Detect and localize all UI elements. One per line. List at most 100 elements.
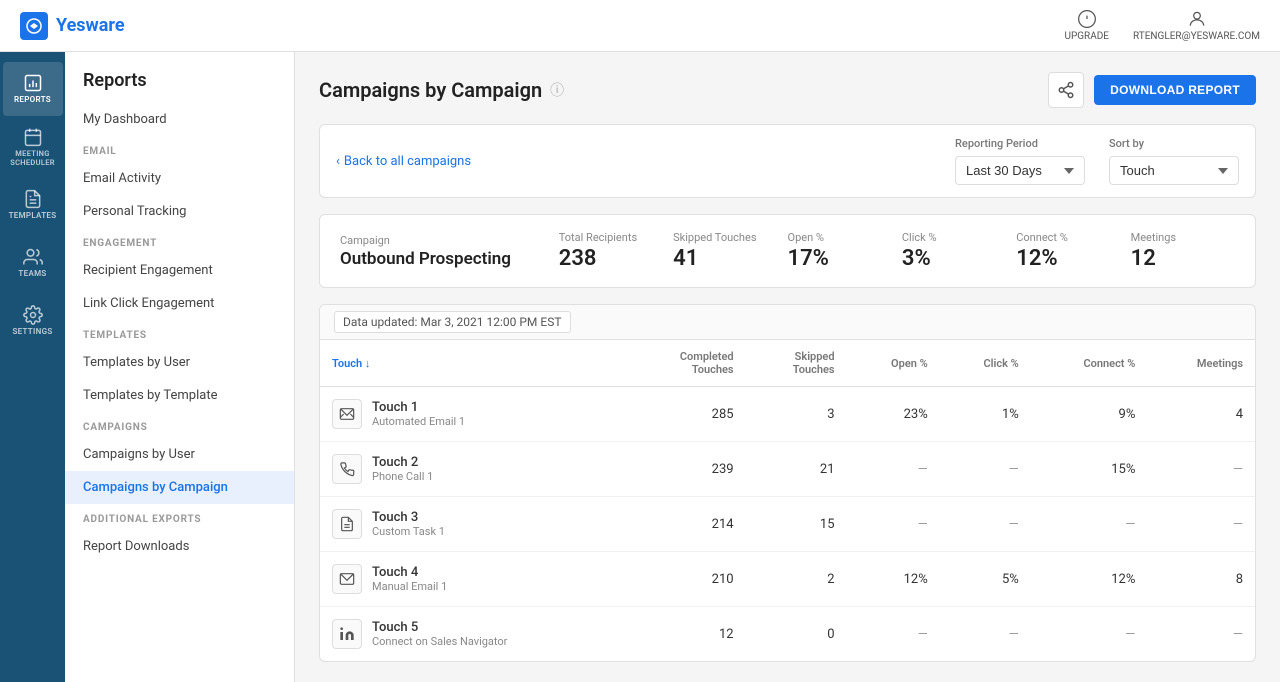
- summary-connect-pct-value: 12%: [1016, 246, 1120, 271]
- sidebar-item-my-dashboard[interactable]: My Dashboard: [65, 103, 294, 136]
- summary-campaign-name: Outbound Prospecting: [340, 249, 549, 269]
- touch-type-icon-4: [332, 619, 362, 649]
- sidebar-item-report-downloads[interactable]: Report Downloads: [65, 530, 294, 563]
- summary-click-pct-col: Click % 3%: [902, 231, 1006, 271]
- click-pct-2: —: [940, 497, 1031, 552]
- summary-meetings-value: 12: [1131, 246, 1235, 271]
- summary-total-recipients-col: Total Recipients 238: [559, 231, 663, 271]
- header-actions: DOWNLOAD REPORT: [1048, 72, 1256, 108]
- info-icon[interactable]: ⓘ: [550, 80, 564, 100]
- meetings-3: 8: [1147, 552, 1255, 607]
- logo[interactable]: Yesware: [20, 12, 125, 40]
- icon-nav-settings[interactable]: SETTINGS: [3, 294, 63, 348]
- summary-open-pct-col: Open % 17%: [788, 231, 892, 271]
- share-button[interactable]: [1048, 72, 1084, 108]
- col-click-pct: Click %: [940, 340, 1031, 387]
- connect-pct-3: 12%: [1031, 552, 1148, 607]
- icon-nav-templates[interactable]: TEMPLATES: [3, 178, 63, 232]
- sidebar-item-templates-by-user[interactable]: Templates by User: [65, 346, 294, 379]
- touch-sub-0: Automated Email 1: [372, 415, 465, 428]
- sidebar-item-link-click-engagement[interactable]: Link Click Engagement: [65, 287, 294, 320]
- summary-row: Campaign Outbound Prospecting Total Reci…: [340, 231, 1235, 271]
- completed-touches-2: 214: [626, 497, 745, 552]
- sidebar-title: Reports: [65, 52, 294, 103]
- download-report-button[interactable]: DOWNLOAD REPORT: [1094, 75, 1256, 105]
- click-pct-0: 1%: [940, 387, 1031, 442]
- open-pct-3: 12%: [847, 552, 940, 607]
- touch-sub-1: Phone Call 1: [372, 470, 433, 483]
- page-title-row: Campaigns by Campaign ⓘ: [319, 78, 564, 102]
- touch-name-2: Touch 3: [372, 510, 445, 525]
- connect-pct-4: —: [1031, 607, 1148, 662]
- page-title: Campaigns by Campaign: [319, 78, 542, 102]
- touch-type-icon-2: [332, 509, 362, 539]
- back-link[interactable]: ‹ Back to all campaigns: [336, 154, 471, 169]
- sidebar-section-email: EMAIL: [65, 136, 294, 162]
- icon-nav-meeting-scheduler[interactable]: MEETING SCHEDULER: [3, 120, 63, 174]
- summary-open-pct-value: 17%: [788, 246, 892, 271]
- click-pct-3: 5%: [940, 552, 1031, 607]
- back-link-text: Back to all campaigns: [344, 154, 471, 169]
- icon-nav-reports[interactable]: REPORTS: [3, 62, 63, 116]
- data-table: Touch ↓ CompletedTouches SkippedTouches …: [320, 340, 1255, 661]
- table-row: Touch 1 Automated Email 1 285 3 23% 1% 9…: [320, 387, 1255, 442]
- meetings-2: —: [1147, 497, 1255, 552]
- data-updated: Data updated: Mar 3, 2021 12:00 PM EST: [320, 305, 1255, 340]
- table-row: Touch 2 Phone Call 1 239 21 — — 15% —: [320, 442, 1255, 497]
- filter-bar: ‹ Back to all campaigns Reporting Period…: [319, 124, 1256, 198]
- summary-card: Campaign Outbound Prospecting Total Reci…: [319, 214, 1256, 288]
- reporting-period-select[interactable]: Last 30 Days Last 7 Days Last 90 Days La…: [955, 156, 1085, 185]
- layout: REPORTS MEETING SCHEDULER TEMPLATES: [0, 52, 1280, 682]
- summary-meetings-col: Meetings 12: [1131, 231, 1235, 271]
- meetings-0: 4: [1147, 387, 1255, 442]
- sort-by-label: Sort by: [1109, 137, 1239, 150]
- sidebar-section-templates: TEMPLATES: [65, 320, 294, 346]
- summary-connect-pct-col: Connect % 12%: [1016, 231, 1120, 271]
- skipped-touches-2: 15: [746, 497, 847, 552]
- table-row: Touch 5 Connect on Sales Navigator 12 0 …: [320, 607, 1255, 662]
- skipped-touches-4: 0: [746, 607, 847, 662]
- meetings-1: —: [1147, 442, 1255, 497]
- upgrade-nav-item[interactable]: UPGRADE: [1064, 9, 1109, 42]
- reporting-period-label: Reporting Period: [955, 137, 1085, 150]
- summary-campaign-col: Campaign Outbound Prospecting: [340, 234, 549, 269]
- sidebar-item-campaigns-by-campaign[interactable]: Campaigns by Campaign: [65, 471, 294, 504]
- summary-skipped-touches-col: Skipped Touches 41: [673, 231, 777, 271]
- icon-nav: REPORTS MEETING SCHEDULER TEMPLATES: [0, 52, 65, 682]
- col-touch[interactable]: Touch ↓: [320, 340, 626, 387]
- skipped-touches-0: 3: [746, 387, 847, 442]
- icon-nav-teams[interactable]: TEAMS: [3, 236, 63, 290]
- data-section: Data updated: Mar 3, 2021 12:00 PM EST T…: [319, 304, 1256, 662]
- touch-name-3: Touch 4: [372, 565, 447, 580]
- open-pct-1: —: [847, 442, 940, 497]
- touch-sub-4: Connect on Sales Navigator: [372, 635, 507, 648]
- touch-name-4: Touch 5: [372, 620, 507, 635]
- summary-total-recipients-value: 238: [559, 246, 663, 271]
- completed-touches-1: 239: [626, 442, 745, 497]
- touch-sub-2: Custom Task 1: [372, 525, 445, 538]
- completed-touches-3: 210: [626, 552, 745, 607]
- connect-pct-2: —: [1031, 497, 1148, 552]
- sidebar-item-personal-tracking[interactable]: Personal Tracking: [65, 195, 294, 228]
- sort-by-group: Sort by Touch Open % Click % Connect %: [1109, 137, 1239, 185]
- table-row: Touch 3 Custom Task 1 214 15 — — — —: [320, 497, 1255, 552]
- data-updated-text: Data updated: Mar 3, 2021 12:00 PM EST: [334, 311, 571, 333]
- main-content: Campaigns by Campaign ⓘ DOWNLOAD REPORT: [295, 52, 1280, 682]
- user-nav-item[interactable]: RTENGLER@YESWARE.COM: [1133, 9, 1260, 42]
- summary-click-pct-value: 3%: [902, 246, 1006, 271]
- logo-icon: [20, 12, 48, 40]
- meetings-4: —: [1147, 607, 1255, 662]
- touch-name-0: Touch 1: [372, 400, 465, 415]
- touch-sub-3: Manual Email 1: [372, 580, 447, 593]
- sidebar-item-templates-by-template[interactable]: Templates by Template: [65, 379, 294, 412]
- skipped-touches-3: 2: [746, 552, 847, 607]
- open-pct-0: 23%: [847, 387, 940, 442]
- sidebar-item-campaigns-by-user[interactable]: Campaigns by User: [65, 438, 294, 471]
- sidebar-item-recipient-engagement[interactable]: Recipient Engagement: [65, 254, 294, 287]
- top-nav: Yesware UPGRADE RTENGLER@YESWARE.COM: [0, 0, 1280, 52]
- sort-by-select[interactable]: Touch Open % Click % Connect %: [1109, 156, 1239, 185]
- nav-right: UPGRADE RTENGLER@YESWARE.COM: [1064, 9, 1260, 42]
- reporting-period-group: Reporting Period Last 30 Days Last 7 Day…: [955, 137, 1085, 185]
- sidebar-item-email-activity[interactable]: Email Activity: [65, 162, 294, 195]
- sidebar: Reports My Dashboard EMAIL Email Activit…: [65, 52, 295, 682]
